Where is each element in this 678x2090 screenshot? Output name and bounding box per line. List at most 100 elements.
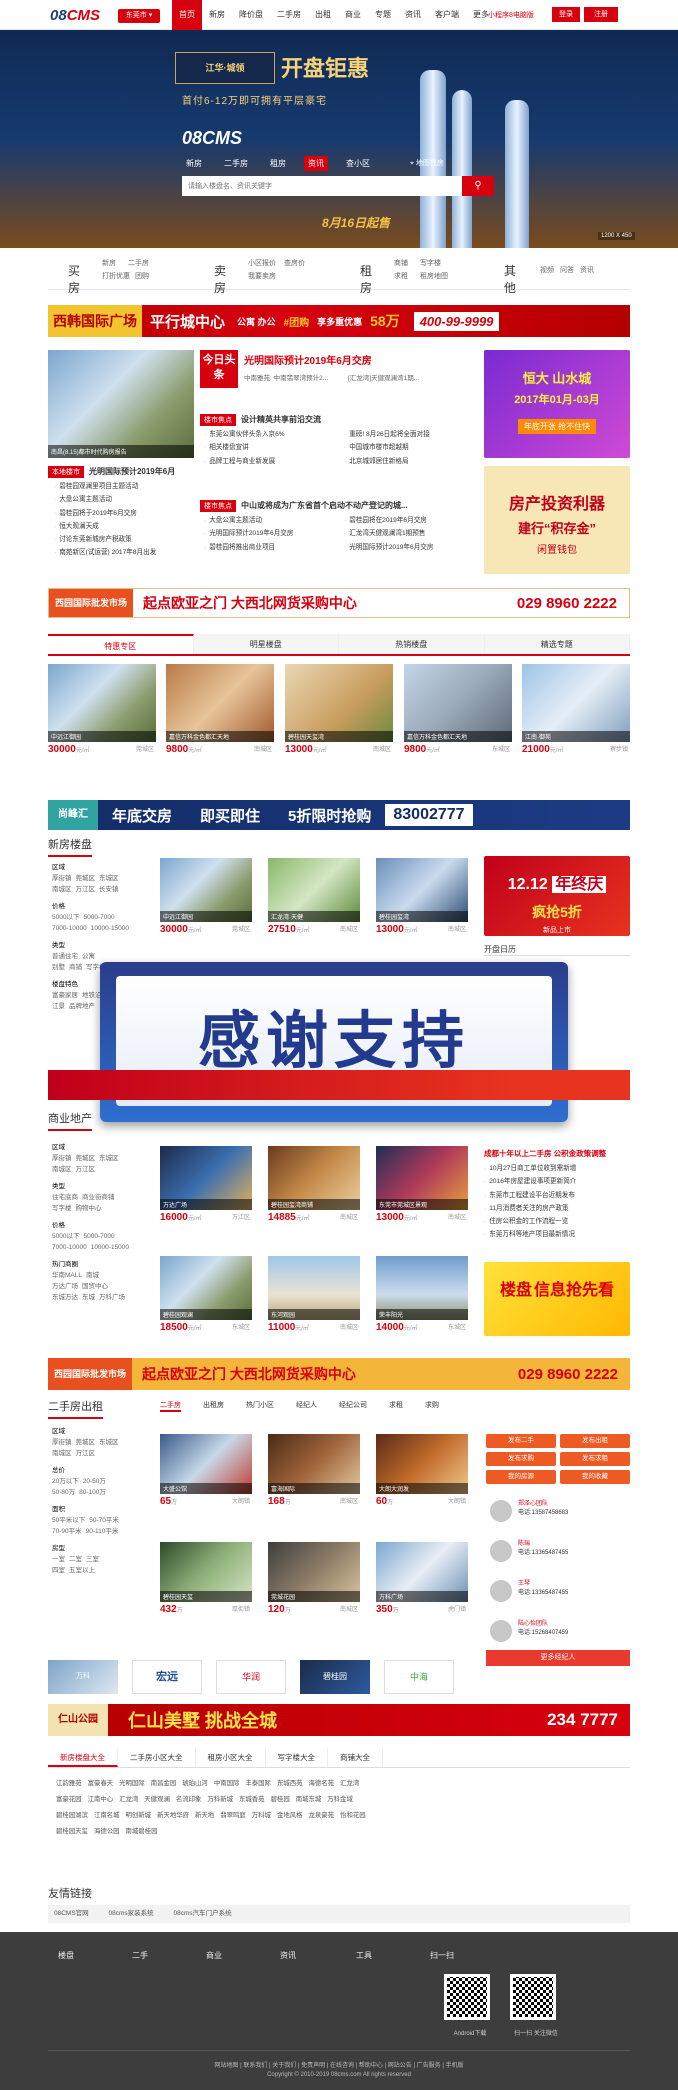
category-link[interactable]: 商铺 [394, 258, 408, 268]
filter-option[interactable]: 五室以上 [69, 1567, 95, 1574]
site-logo[interactable]: 08CMS [50, 7, 100, 24]
tab-special[interactable]: 特惠专区 [48, 634, 194, 654]
footer-col-title[interactable]: 商业 [206, 1950, 222, 1961]
filter-option[interactable]: 莞城区 [76, 1155, 96, 1162]
keyword-link[interactable]: 明创新城 [126, 1808, 152, 1824]
list-item[interactable]: 11月消费者关注的房产政策 [484, 1202, 630, 1215]
filter-option[interactable]: 万江区 [76, 886, 96, 893]
list-item[interactable]: 碧桂园将在2019年6月交房 [344, 514, 474, 527]
filter-option[interactable]: 50-70平米 [89, 1517, 119, 1524]
keyword-link[interactable]: 龙泉豪苑 [309, 1808, 335, 1824]
category-link[interactable]: 新房 [102, 258, 116, 268]
list-item[interactable]: 碧桂园将于2019年6月交房 [54, 507, 194, 520]
search-tab-new[interactable]: 新房 [182, 156, 206, 171]
nav-item-commercial[interactable]: 商业 [338, 0, 368, 30]
search-input[interactable] [182, 176, 462, 196]
filter-option[interactable]: 江景 [52, 1003, 65, 1010]
list-item[interactable]: 东莞公寓伙伴头条入京6% [204, 428, 336, 441]
category-link[interactable]: 查房价 [284, 258, 305, 268]
filter-option[interactable]: 富豪家居 [52, 992, 78, 999]
filter-option[interactable]: 20-50万 [83, 1478, 106, 1485]
list-item[interactable]: 汇龙湾天健观澜湾1期预售 [344, 527, 474, 540]
filter-option[interactable]: 厚街镇 [52, 875, 72, 882]
headline-sub-2[interactable]: [汇龙湾]天健观澜湾1期... [348, 372, 419, 382]
partner-logo[interactable]: 华润 [216, 1660, 286, 1694]
filter-option[interactable]: 南城 [86, 1272, 99, 1279]
keyword-link[interactable]: 怡和花园 [340, 1808, 366, 1824]
tab-new-directory[interactable]: 新房楼盘大全 [48, 1748, 118, 1767]
keyword-link[interactable]: 江南名城 [94, 1808, 120, 1824]
tab-second-directory[interactable]: 二手房小区大全 [118, 1748, 196, 1767]
footer-col-title[interactable]: 楼盘 [58, 1950, 74, 1961]
keyword-link[interactable]: 翡翠鸣庭 [220, 1808, 246, 1824]
phone-version-link[interactable]: 小程序8电脑版 [488, 10, 534, 20]
tab-agencies[interactable]: 经纪公司 [339, 1400, 367, 1412]
keyword-link[interactable]: 江韵雅苑 [56, 1776, 82, 1792]
hero-banner[interactable]: 江华·城领 开盘钜惠 首付6-12万即可拥有平层豪宅 08CMS 新房 二手房 … [0, 30, 678, 248]
list-item[interactable]: 中国城市楼市超越期 [344, 441, 474, 454]
filter-option[interactable]: 别墅 [52, 964, 65, 971]
side-ad-info[interactable]: 楼盘 信息抢先看 [484, 1262, 630, 1336]
keyword-link[interactable]: 中南国际 [214, 1776, 240, 1792]
nav-item-rent[interactable]: 出租 [308, 0, 338, 30]
list-item[interactable]: 讨论东莞新城房产税政策 [54, 533, 194, 546]
list-item[interactable]: 东莞万科等地产项目最新情况 [484, 1228, 630, 1241]
tab-hot-community[interactable]: 热门小区 [246, 1400, 274, 1412]
list-item[interactable]: 大盘公寓主题活动 [54, 493, 194, 506]
hot-title[interactable]: 设计精英共享前沿交流 [241, 415, 321, 424]
filter-option[interactable]: 东城区 [99, 1155, 119, 1162]
filter-option[interactable]: 一室 [52, 1556, 65, 1563]
filter-option[interactable]: 万江区 [76, 1450, 96, 1457]
side-ad-1212[interactable]: 12.12 年终庆 疯抢5折 新品上市 [484, 856, 630, 936]
list-item[interactable]: 东莞市工程建设平台近期发布 [484, 1189, 630, 1202]
agent-item[interactable]: 陈瑞 电话:13365487455 [490, 1540, 568, 1562]
list-item[interactable]: 光明国际预计2019年6月交房 [204, 527, 336, 540]
property-card[interactable]: 大盛公馆 65万 大朗镇 [160, 1434, 252, 1507]
keyword-link[interactable]: 东城西苑 [277, 1776, 303, 1792]
category-link[interactable]: 团购 [135, 271, 149, 281]
tab-agents[interactable]: 经纪人 [296, 1400, 317, 1412]
filter-option[interactable]: 7000-10000 [52, 925, 87, 932]
footer-links[interactable]: 网站地图 | 联系我们 | 关于我们 | 免责声明 | 在线咨询 | 帮助中心 … [0, 2060, 678, 2069]
search-button[interactable]: ⚲ [462, 176, 494, 196]
search-tab-second[interactable]: 二手房 [220, 156, 252, 171]
side-ad-investment[interactable]: 房产投资利器 建行“积存金” 闲置钱包 [484, 466, 630, 574]
filter-option[interactable]: 5000-7000 [83, 914, 114, 921]
keyword-link[interactable]: 金地风格 [277, 1808, 303, 1824]
publish-rent-button[interactable]: 发布出租 [560, 1434, 630, 1448]
filter-option[interactable]: 莞城区 [76, 875, 96, 882]
filter-option[interactable]: 公寓 [82, 953, 95, 960]
filter-option[interactable]: 写字楼 [52, 1205, 72, 1212]
property-card[interactable]: 嘉信万科金色都汇天地 9800元/㎡ 南城区 [166, 664, 274, 755]
property-card[interactable]: 东河观园 11000元/㎡ 南城区 [268, 1256, 360, 1333]
list-item[interactable]: 相关楼盘宣讲 [204, 441, 336, 454]
category-link[interactable]: 打折优惠 [102, 271, 130, 281]
filter-option[interactable]: 10000-15000 [91, 925, 129, 932]
property-card[interactable]: 万达广场 16000元/㎡ 万江区 [160, 1146, 252, 1223]
filter-option[interactable]: 厚街镇 [52, 1439, 72, 1446]
footer-col-title[interactable]: 二手 [132, 1950, 148, 1961]
category-link[interactable]: 求租 [394, 271, 408, 281]
ad-banner-xiyuan[interactable]: 西园国际批发市场 起点欧亚之门 大西北网货采购中心 029 8960 2222 [48, 588, 630, 618]
keyword-link[interactable]: 海德公园 [94, 1824, 120, 1840]
tab-rent-directory[interactable]: 租房小区大全 [196, 1748, 266, 1767]
search-tab-rent[interactable]: 租房 [266, 156, 290, 171]
keyword-link[interactable]: 东城香苑 [239, 1792, 265, 1808]
filter-option[interactable]: 20万以下 [52, 1478, 79, 1485]
filter-option[interactable]: 10000-15000 [91, 1244, 129, 1251]
filter-option[interactable]: 70-90平米 [52, 1528, 82, 1535]
filter-option[interactable]: 90-110平米 [86, 1528, 119, 1535]
nav-item-discount[interactable]: 降价盘 [232, 0, 270, 30]
filter-option[interactable]: 50-80万 [52, 1489, 75, 1496]
property-card[interactable]: 碧桂园天玺湾 13000元/㎡ 南城区 [285, 664, 393, 755]
list-item[interactable]: 2016年房屋建设事项更新简介 [484, 1175, 630, 1188]
property-card[interactable]: 嘉信万科金色都汇天地 9800元/㎡ 东城区 [404, 664, 512, 755]
filter-option[interactable]: 二室 [69, 1556, 82, 1563]
ad-banner-shangfeng[interactable]: 尚峰汇 年底交房 即买即住 5折限时抢购 83002777 [48, 800, 630, 830]
property-card[interactable]: 碧桂园观澜 18500元/㎡ 东城区 [160, 1256, 252, 1333]
filter-option[interactable]: 5000以下 [52, 1233, 79, 1240]
keyword-link[interactable]: 碧桂园天玺 [56, 1824, 88, 1840]
partner-logo[interactable]: 万科 [48, 1660, 118, 1694]
list-item[interactable]: 大盘公寓主题活动 [204, 514, 336, 527]
tab-rent[interactable]: 出租房 [203, 1400, 224, 1412]
